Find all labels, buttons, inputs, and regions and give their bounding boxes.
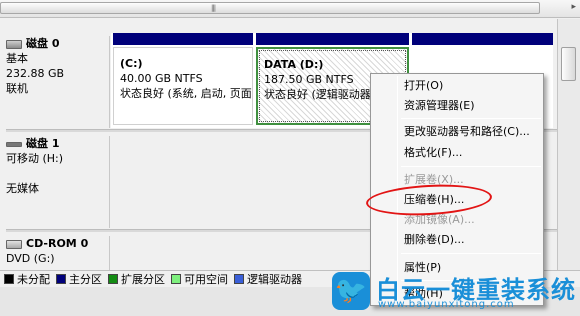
scrollbar-grip-icon: ||| (211, 4, 216, 12)
disk-management-window: ||| ▸ 磁盘 0 基本 232.88 GB 联机 (C:) 40.00 GB… (0, 0, 580, 316)
partition-c-size: 40.00 GB NTFS (120, 72, 203, 85)
partition-c-name: (C:) (120, 57, 143, 70)
disk-0-label[interactable]: 磁盘 0 基本 232.88 GB 联机 (6, 36, 110, 128)
legend-item: 主分区 (56, 271, 102, 287)
menu-item-explorer[interactable]: 资源管理器(E) (404, 97, 475, 115)
horizontal-scrollbar[interactable]: ||| ▸ (0, 0, 580, 18)
legend-label: 可用空间 (184, 272, 228, 286)
legend-item: 可用空间 (171, 271, 228, 287)
menu-separator (401, 166, 541, 167)
menu-item-open[interactable]: 打开(O) (404, 77, 443, 95)
disk-0-size: 232.88 GB (6, 67, 65, 80)
twitter-bird-logo-icon: 🐦 (332, 272, 370, 310)
legend-swatch (234, 273, 244, 284)
watermark: 🐦 白云一键重装系统 www.baiyunxitong.com (330, 268, 580, 316)
cdrom-0-label[interactable]: CD-ROM 0 DVD (G:) (6, 236, 110, 270)
legend-item: 扩展分区 (108, 271, 165, 287)
legend-item: 未分配 (4, 271, 50, 287)
menu-separator (401, 118, 541, 119)
legend-swatch (4, 273, 14, 284)
menu-item-delete-volume[interactable]: 删除卷(D)... (404, 231, 465, 249)
disk-0-status: 联机 (6, 82, 28, 95)
legend-swatch (56, 273, 66, 284)
hard-disk-icon (6, 39, 22, 49)
scroll-right-arrow-icon[interactable]: ▸ (571, 2, 576, 12)
legend-item: 逻辑驱动器 (234, 271, 302, 287)
legend-label: 扩展分区 (121, 272, 165, 286)
menu-separator (401, 253, 541, 254)
removable-disk-icon (6, 141, 22, 147)
vertical-scrollbar-thumb[interactable] (561, 47, 576, 81)
partition-d-bar (256, 33, 409, 45)
disk-1-type: 可移动 (H:) (6, 152, 64, 165)
scrollbar-thumb[interactable] (0, 2, 540, 14)
disk-0-type: 基本 (6, 52, 28, 65)
legend-label: 主分区 (69, 272, 102, 286)
disk-0-name: 磁盘 0 (26, 37, 60, 50)
cdrom-0-name: CD-ROM 0 (26, 237, 89, 250)
disk-1-status: 无媒体 (6, 182, 39, 195)
cdrom-0-type: DVD (G:) (6, 252, 55, 265)
vertical-scrollbar[interactable] (557, 19, 580, 286)
menu-item-format[interactable]: 格式化(F)... (404, 144, 462, 162)
cd-drive-icon (6, 239, 22, 249)
partition-extra-bar (412, 33, 553, 45)
disk-1-label[interactable]: 磁盘 1 可移动 (H:) 无媒体 (6, 136, 110, 228)
partition-c[interactable]: (C:) 40.00 GB NTFS 状态良好 (系统, 启动, 页面 (113, 47, 253, 125)
watermark-url: www.baiyunxitong.com (378, 299, 515, 310)
legend-swatch (108, 273, 118, 284)
menu-item-change-drive-letter[interactable]: 更改驱动器号和路径(C)... (404, 123, 530, 141)
legend-label: 未分配 (17, 272, 50, 286)
legend-label: 逻辑驱动器 (247, 272, 302, 286)
legend-swatch (171, 273, 181, 284)
disk-1-name: 磁盘 1 (26, 137, 60, 150)
partition-c-status: 状态良好 (系统, 启动, 页面 (120, 87, 252, 100)
partition-c-bar (113, 33, 253, 45)
